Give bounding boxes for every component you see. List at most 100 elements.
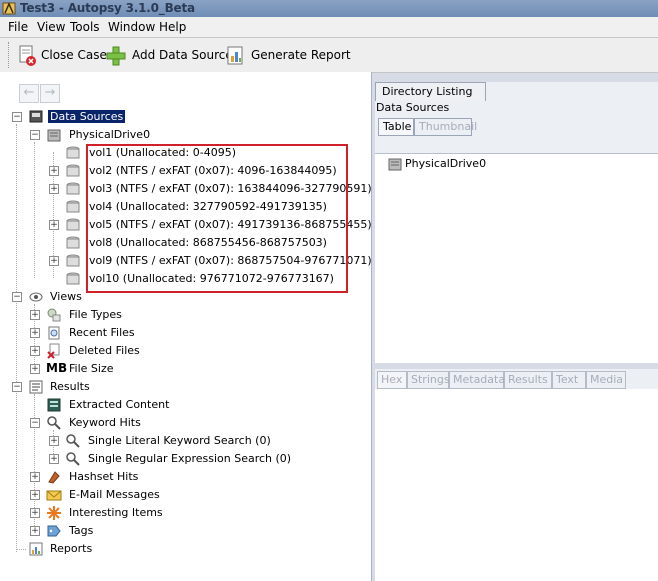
tree-node-tags[interactable]: + Tags xyxy=(28,522,328,540)
expand-icon[interactable]: + xyxy=(30,490,40,500)
interesting-star-icon xyxy=(47,506,61,520)
collapse-icon[interactable]: − xyxy=(12,112,22,122)
tree-label: Deleted Files xyxy=(69,344,140,357)
expand-icon[interactable]: + xyxy=(30,346,40,356)
tree-label: Reports xyxy=(50,542,93,555)
tree-label: Data Sources xyxy=(48,110,126,123)
tree-label: Results xyxy=(50,380,90,393)
results-table xyxy=(375,153,658,364)
tab-metadata[interactable]: Metadata xyxy=(449,371,506,389)
tree-label: E-Mail Messages xyxy=(69,488,160,501)
data-sources-icon xyxy=(29,110,43,123)
tab-label: Metadata xyxy=(453,373,506,386)
drive-icon xyxy=(388,158,402,171)
tree-node-file-types[interactable]: + File Types xyxy=(28,306,328,324)
tree-label: File Types xyxy=(69,308,122,321)
tab-label: Media xyxy=(590,373,624,386)
volume-icon xyxy=(66,218,80,231)
expand-icon[interactable]: + xyxy=(49,220,59,230)
collapse-icon[interactable]: − xyxy=(12,382,22,392)
expand-icon[interactable]: + xyxy=(30,508,40,518)
deleted-files-icon xyxy=(47,343,60,359)
tree-node-regex-search[interactable]: + Single Regular Expression Search (0) xyxy=(47,450,347,468)
directory-path-label: Data Sources xyxy=(376,101,450,114)
tab-label: Hex xyxy=(381,373,403,386)
tag-icon xyxy=(47,525,61,537)
magnifier-icon xyxy=(66,434,80,448)
tree-label: Keyword Hits xyxy=(69,416,141,429)
tree-node-interesting-items[interactable]: + Interesting Items xyxy=(28,504,328,522)
subtab-table[interactable]: Table xyxy=(378,118,414,136)
tree-label: Single Literal Keyword Search (0) xyxy=(88,434,271,447)
subtab-thumbnail[interactable]: Thumbnail xyxy=(414,118,477,136)
tree-node-reports[interactable]: Reports xyxy=(10,540,310,558)
tab-label: Text xyxy=(556,373,579,386)
subtab-label: Thumbnail xyxy=(419,120,478,133)
tree-node-email-messages[interactable]: + E-Mail Messages xyxy=(28,486,328,504)
tree-label: File Size xyxy=(69,362,114,375)
hashset-icon xyxy=(48,471,60,484)
extracted-content-icon xyxy=(47,398,61,412)
tree-label: Single Regular Expression Search (0) xyxy=(88,452,292,465)
tree-label: PhysicalDrive0 xyxy=(69,128,151,141)
tree-label: Recent Files xyxy=(69,326,135,339)
tab-label: Strings xyxy=(411,373,450,386)
tree-node-recent-files[interactable]: + Recent Files xyxy=(28,324,328,342)
file-types-icon xyxy=(47,308,61,322)
eye-icon xyxy=(29,292,43,302)
tree-node-literal-search[interactable]: + Single Literal Keyword Search (0) xyxy=(47,432,347,450)
collapse-icon[interactable]: − xyxy=(12,292,22,302)
volume-icon xyxy=(66,272,80,285)
file-size-icon: MB xyxy=(46,361,68,375)
email-icon xyxy=(46,490,62,501)
tab-media[interactable]: Media xyxy=(586,371,626,389)
expand-icon[interactable]: + xyxy=(30,526,40,536)
expand-icon[interactable]: + xyxy=(49,184,59,194)
tree-node-views[interactable]: − Views xyxy=(10,288,310,306)
reports-icon xyxy=(29,542,43,556)
volume-icon xyxy=(66,236,80,249)
tree-node-physical-drive[interactable]: − PhysicalDrive0 xyxy=(28,126,328,144)
tree-label: Hashset Hits xyxy=(69,470,139,483)
subtab-label: Table xyxy=(383,120,412,133)
collapse-icon[interactable]: − xyxy=(30,418,40,428)
tab-hex[interactable]: Hex xyxy=(377,371,407,389)
drive-icon xyxy=(47,129,61,142)
annotation-highlight-box xyxy=(86,144,348,293)
expand-icon[interactable]: + xyxy=(49,436,59,446)
tree-node-deleted-files[interactable]: + Deleted Files xyxy=(28,342,328,360)
tree-label: Tags xyxy=(69,524,94,537)
expand-icon[interactable]: + xyxy=(49,166,59,176)
expand-icon[interactable]: + xyxy=(49,256,59,266)
expand-icon[interactable]: + xyxy=(30,310,40,320)
expand-icon[interactable]: + xyxy=(30,364,40,374)
volume-icon xyxy=(66,146,80,159)
tree-label: Extracted Content xyxy=(69,398,170,411)
magnifier-icon xyxy=(66,452,80,466)
volume-icon xyxy=(66,164,80,177)
tree-node-hashset-hits[interactable]: + Hashset Hits xyxy=(28,468,328,486)
expand-icon[interactable]: + xyxy=(30,472,40,482)
tree-guide xyxy=(16,124,17,552)
tab-results[interactable]: Results xyxy=(504,371,552,389)
tab-label: Results xyxy=(508,373,548,386)
tab-text[interactable]: Text xyxy=(552,371,586,389)
expand-icon[interactable]: + xyxy=(30,328,40,338)
expand-icon[interactable]: + xyxy=(49,454,59,464)
tree-node-results[interactable]: − Results xyxy=(10,378,310,396)
tree-node-extracted-content[interactable]: Extracted Content xyxy=(28,396,328,414)
tree-node-file-size[interactable]: + MB File Size xyxy=(28,360,328,378)
collapse-icon[interactable]: − xyxy=(30,130,40,140)
tree-node-keyword-hits[interactable]: − Keyword Hits xyxy=(28,414,328,432)
tab-directory-listing[interactable]: Directory Listing xyxy=(375,82,486,101)
directory-tree: − Data Sources − PhysicalDrive0 vol1 (Un… xyxy=(0,0,372,556)
recent-files-icon xyxy=(48,326,60,340)
results-icon xyxy=(29,380,43,394)
volume-icon xyxy=(66,182,80,195)
content-viewer-area xyxy=(375,389,658,581)
tree-label: Interesting Items xyxy=(69,506,163,519)
tree-node-data-sources[interactable]: − Data Sources xyxy=(10,108,310,126)
table-cell: PhysicalDrive0 xyxy=(405,157,487,170)
tree-label: Views xyxy=(50,290,82,303)
tab-strings[interactable]: Strings xyxy=(407,371,450,389)
